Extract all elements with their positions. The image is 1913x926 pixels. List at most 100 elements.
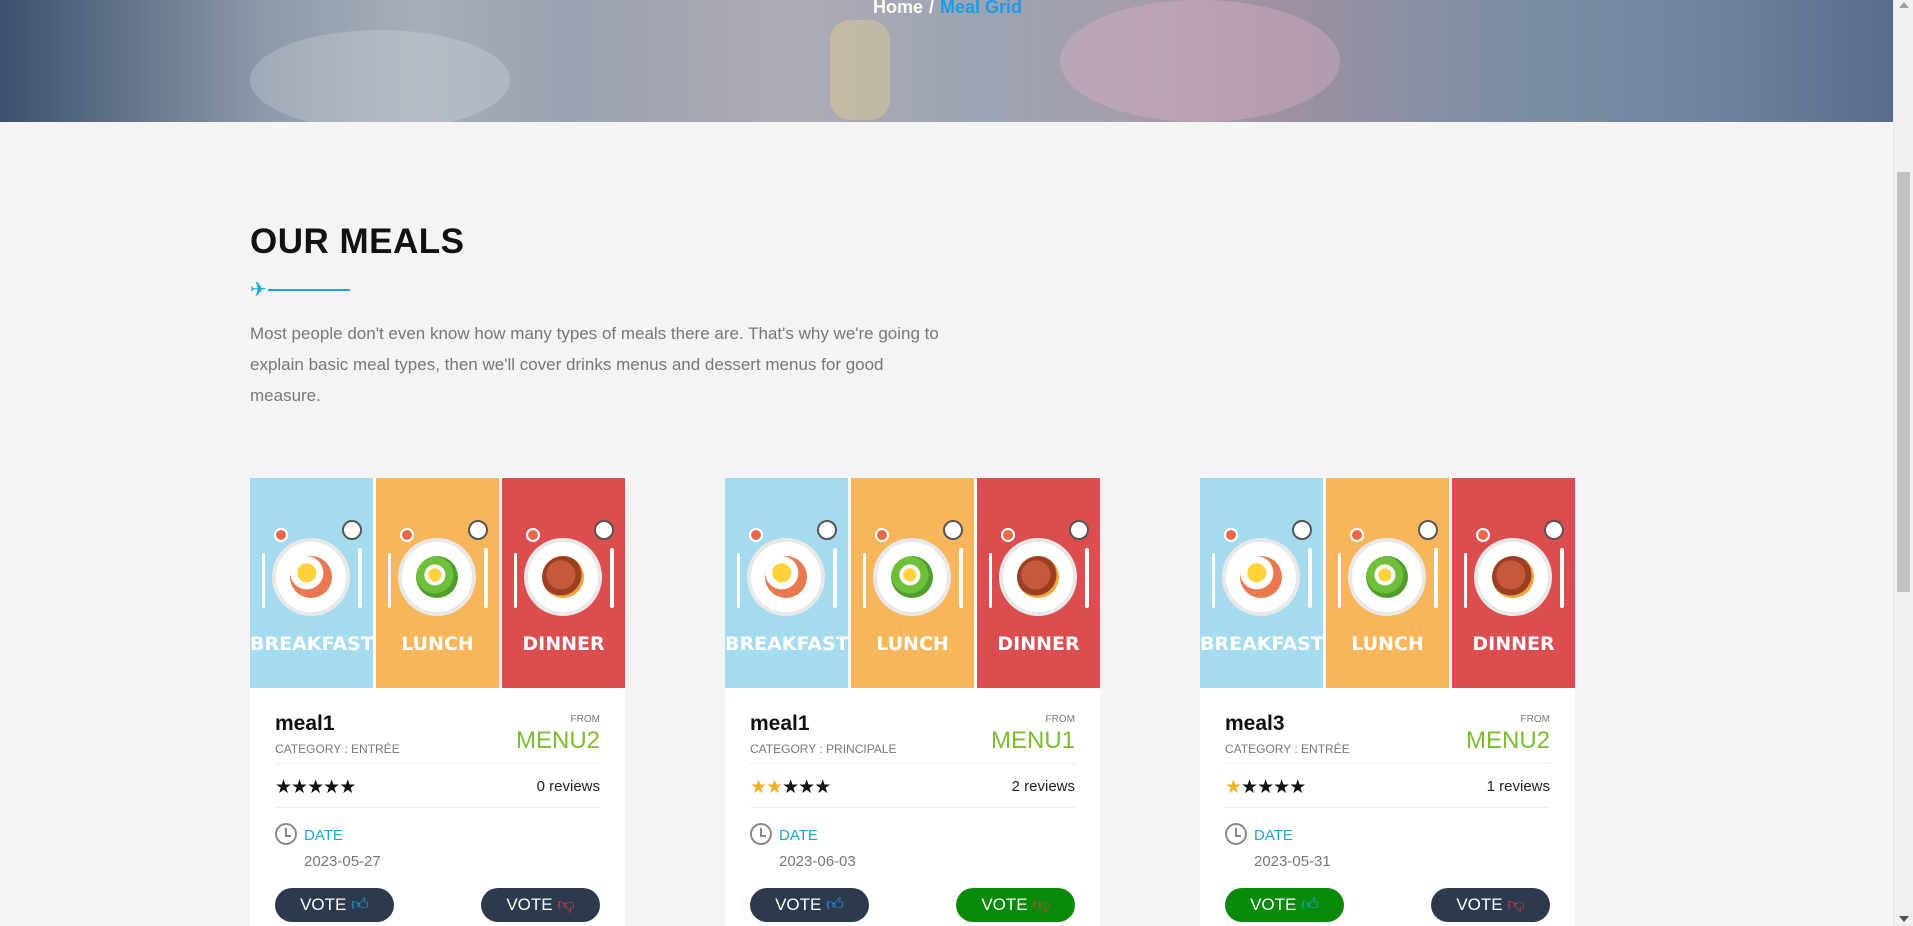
meal-image-label: BREAKFAST [1200, 633, 1323, 655]
meal-name[interactable]: meal3 [1225, 712, 1285, 736]
meal-card: BREAKFAST LUNCH DINNER meal1 CATEGORY : … [725, 478, 1100, 926]
cup-icon [1418, 520, 1438, 540]
knife-icon [1560, 548, 1564, 608]
date-value: 2023-06-03 [779, 853, 856, 870]
knife-icon [484, 548, 488, 608]
thumbs-up-icon: 👍︎ [351, 895, 369, 914]
breadcrumb-home-link[interactable]: Home [873, 0, 923, 17]
star-rating: ★★★★★ [275, 776, 356, 799]
clock-icon [750, 823, 772, 845]
food-icon [1240, 556, 1282, 598]
date-label: DATE [779, 827, 818, 844]
clock-icon [1225, 823, 1247, 845]
cup-icon [1292, 520, 1312, 540]
meal-card: BREAKFAST LUNCH DINNER meal1 CATEGORY : … [250, 478, 625, 926]
plate-icon [1348, 538, 1426, 616]
vote-up-label: VOTE [300, 895, 347, 914]
vote-down-button[interactable]: VOTE 👎︎ [1431, 888, 1550, 922]
vote-up-label: VOTE [1250, 895, 1297, 914]
cup-icon [1069, 520, 1089, 540]
meal-image-label: DINNER [997, 633, 1080, 655]
food-icon [416, 556, 458, 598]
vote-up-button[interactable]: VOTE 👍︎ [750, 888, 869, 922]
hero-photo-detail [1060, 0, 1340, 122]
meal-image-panel: DINNER [1449, 478, 1575, 688]
star-icon: ★ [1273, 777, 1290, 798]
from-label: FROM [1520, 714, 1550, 725]
meal-image-label: BREAKFAST [250, 633, 373, 655]
meal-card: BREAKFAST LUNCH DINNER meal3 CATEGORY : … [1200, 478, 1575, 926]
star-rating: ★★★★★ [1225, 776, 1306, 799]
fork-icon [262, 553, 265, 608]
page-scrollbar[interactable] [1893, 0, 1913, 926]
food-icon [1492, 556, 1534, 598]
meal-image[interactable]: BREAKFAST LUNCH DINNER [250, 478, 625, 688]
plate-icon [1222, 538, 1300, 616]
vote-down-button[interactable]: VOTE 👎︎ [481, 888, 600, 922]
date-label: DATE [304, 827, 343, 844]
star-icon: ★ [1257, 777, 1274, 798]
title-divider: ✈ [250, 280, 350, 300]
meal-image-label: DINNER [522, 633, 605, 655]
star-icon: ★ [307, 777, 324, 798]
meal-image-panel: DINNER [974, 478, 1100, 688]
scroll-up-arrow-icon[interactable] [1899, 2, 1909, 8]
menu-name: MENU2 [515, 727, 600, 754]
from-label: FROM [1045, 714, 1075, 725]
food-icon [891, 556, 933, 598]
clock-icon [275, 823, 297, 845]
breadcrumb-separator: / [929, 0, 935, 17]
meal-image[interactable]: BREAKFAST LUNCH DINNER [1200, 478, 1575, 688]
cup-icon [468, 520, 488, 540]
plane-icon: ✈ [250, 279, 267, 301]
plate-icon [524, 538, 602, 616]
meal-name[interactable]: meal1 [275, 712, 335, 736]
scrollbar-thumb[interactable] [1897, 172, 1910, 592]
thumbs-down-icon: 👎︎ [1032, 895, 1050, 914]
from-label: FROM [570, 714, 600, 725]
star-icon: ★ [1241, 777, 1258, 798]
vote-up-button[interactable]: VOTE 👍︎ [275, 888, 394, 922]
fork-icon [388, 553, 391, 608]
knife-icon [959, 548, 963, 608]
meal-image[interactable]: BREAKFAST LUNCH DINNER [725, 478, 1100, 688]
meal-name[interactable]: meal1 [750, 712, 810, 736]
fork-icon [989, 553, 992, 608]
scroll-down-arrow-icon[interactable] [1899, 916, 1909, 922]
review-count: 1 reviews [1486, 778, 1550, 795]
star-icon: ★ [275, 777, 292, 798]
date-value: 2023-05-27 [304, 853, 381, 870]
fork-icon [1338, 553, 1341, 608]
star-icon: ★ [766, 777, 783, 798]
knife-icon [833, 548, 837, 608]
condiment-icon [400, 528, 414, 542]
knife-icon [358, 548, 362, 608]
card-divider [275, 807, 600, 808]
meal-image-panel: LUNCH [1323, 478, 1449, 688]
cup-icon [1544, 520, 1564, 540]
plate-icon [1474, 538, 1552, 616]
star-icon: ★ [782, 777, 799, 798]
meal-category: CATEGORY : ENTRÉE [1225, 742, 1350, 756]
plate-icon [747, 538, 825, 616]
condiment-icon [749, 528, 763, 542]
star-icon: ★ [814, 777, 831, 798]
card-divider [1225, 763, 1550, 764]
card-divider [275, 763, 600, 764]
vote-down-button[interactable]: VOTE 👎︎ [956, 888, 1075, 922]
meal-image-label: DINNER [1472, 633, 1555, 655]
date-label: DATE [1254, 827, 1293, 844]
breadcrumb-current: Meal Grid [940, 0, 1023, 17]
condiment-icon [274, 528, 288, 542]
section-title: OUR MEALS [250, 222, 465, 261]
cup-icon [943, 520, 963, 540]
menu-name: MENU2 [1465, 727, 1550, 754]
fork-icon [737, 553, 740, 608]
star-icon: ★ [1289, 777, 1306, 798]
vote-up-button[interactable]: VOTE 👍︎ [1225, 888, 1344, 922]
fork-icon [1464, 553, 1467, 608]
knife-icon [1308, 548, 1312, 608]
date-value: 2023-05-31 [1254, 853, 1331, 870]
card-divider [750, 807, 1075, 808]
star-icon: ★ [339, 777, 356, 798]
